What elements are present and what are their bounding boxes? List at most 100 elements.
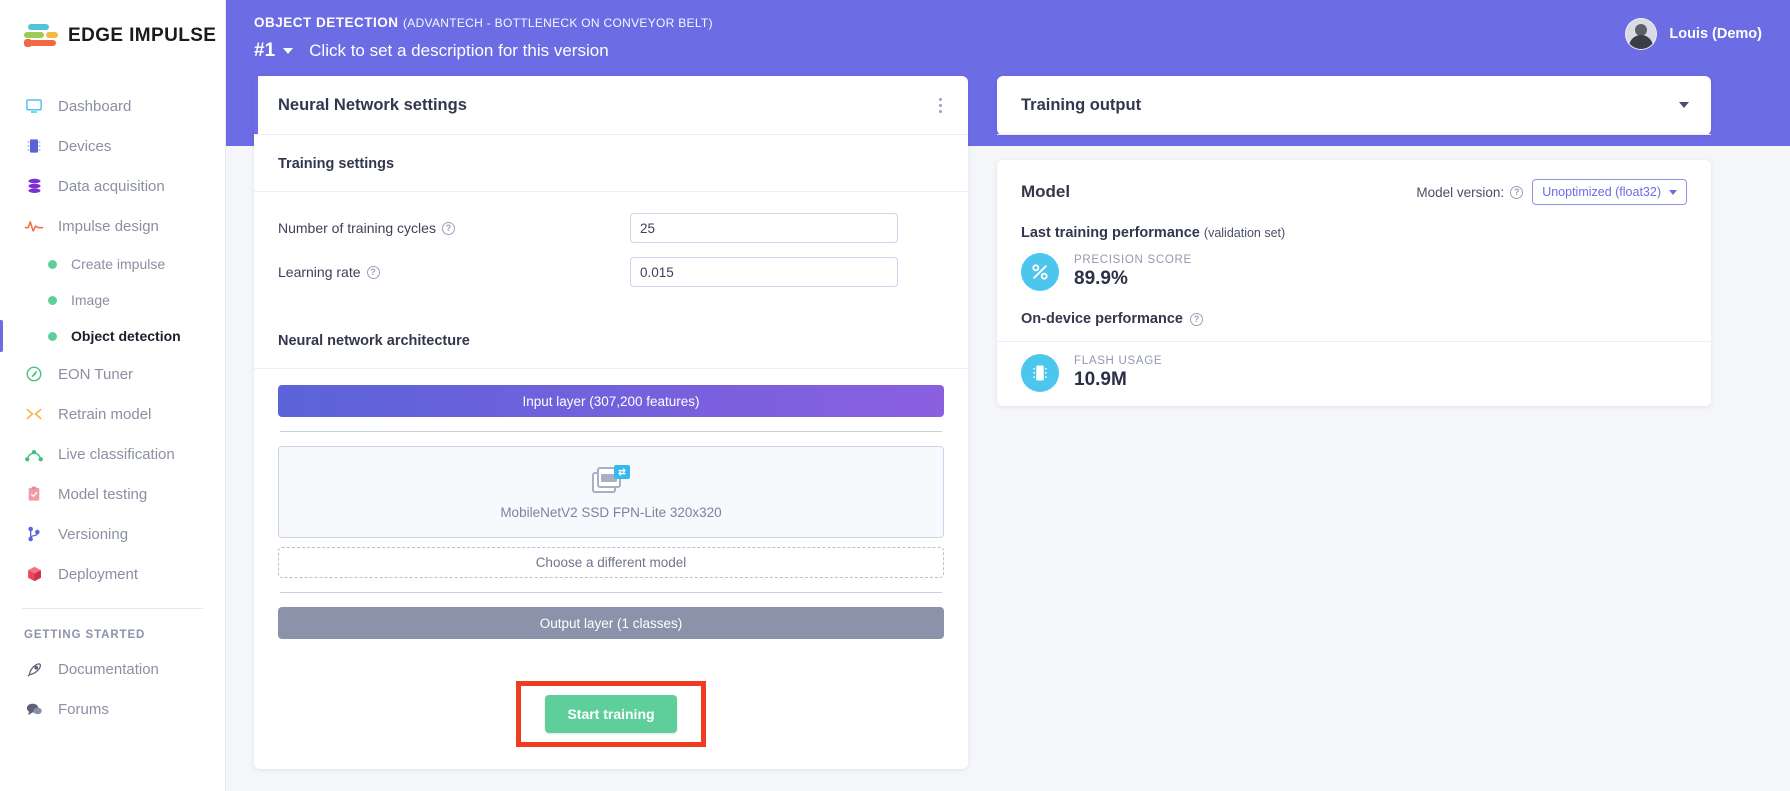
help-icon[interactable]: ? xyxy=(366,265,380,279)
branch-icon xyxy=(24,524,44,544)
sidebar-item-label: EON Tuner xyxy=(58,365,134,383)
metric-label: PRECISION SCORE xyxy=(1074,254,1192,266)
on-device-title-text: On-device performance xyxy=(1021,311,1183,327)
sidebar-item-eon-tuner[interactable]: EON Tuner xyxy=(0,354,225,394)
sidebar-item-label: Live classification xyxy=(58,445,175,463)
field-label-text: Learning rate xyxy=(278,264,361,280)
start-training-button[interactable]: Start training xyxy=(545,695,677,733)
chevron-down-icon xyxy=(1669,189,1677,195)
waveform-icon xyxy=(24,216,44,236)
sidebar-item-label: Documentation xyxy=(58,660,159,678)
edge-impulse-logo-icon xyxy=(24,23,58,49)
user-name: Louis (Demo) xyxy=(1669,26,1762,42)
sidebar-item-label: Dashboard xyxy=(58,97,132,115)
sidebar-item-model-testing[interactable]: Model testing xyxy=(0,474,225,514)
graph-icon xyxy=(24,444,44,464)
chevron-down-icon[interactable] xyxy=(283,48,294,54)
sidebar-item-dashboard[interactable]: Dashboard xyxy=(0,86,225,126)
page-title: Neural Network settings xyxy=(278,95,467,114)
sidebar-item-label: Model testing xyxy=(58,485,148,503)
field-label-text: Number of training cycles xyxy=(278,220,436,236)
kebab-menu-icon[interactable] xyxy=(935,94,946,117)
panel-gap xyxy=(997,135,1711,160)
help-icon[interactable]: ? xyxy=(441,221,455,235)
selected-model-name: MobileNetV2 SSD FPN-Lite 320x320 xyxy=(500,504,722,520)
sidebar-item-label: Forums xyxy=(58,700,109,718)
chat-icon xyxy=(24,699,44,719)
sidebar-item-object-detection[interactable]: Object detection xyxy=(0,318,225,354)
status-dot-icon xyxy=(48,259,57,269)
percent-icon xyxy=(1021,253,1059,291)
sidebar-item-devices[interactable]: Devices xyxy=(0,126,225,166)
version-number[interactable]: #1 xyxy=(254,40,275,62)
training-output-header: Training output xyxy=(997,76,1711,135)
on-device-performance-title: On-device performance ? xyxy=(997,305,1711,342)
sidebar-item-label: Versioning xyxy=(58,525,129,543)
help-icon[interactable]: ? xyxy=(1189,312,1203,326)
model-version-dropdown[interactable]: Unoptimized (float32) xyxy=(1532,179,1687,205)
architecture-section-header: Neural network architecture xyxy=(254,312,968,369)
training-cycles-input[interactable] xyxy=(630,213,898,243)
metric-text: PRECISION SCORE 89.9% xyxy=(1074,254,1192,290)
sidebar-item-versioning[interactable]: Versioning xyxy=(0,514,225,554)
field-training-cycles: Number of training cycles ? xyxy=(278,206,944,250)
selected-model-box[interactable]: ⇄ MobileNetV2 SSD FPN-Lite 320x320 xyxy=(278,446,944,538)
choose-different-model-button[interactable]: Choose a different model xyxy=(278,547,944,578)
sidebar-item-deployment[interactable]: Deployment xyxy=(0,554,225,594)
learning-rate-input[interactable] xyxy=(630,257,898,287)
layer-separator xyxy=(280,431,942,432)
training-output-title: Training output xyxy=(1021,95,1142,114)
sidebar-item-retrain-model[interactable]: Retrain model xyxy=(0,394,225,434)
status-dot-icon xyxy=(48,295,57,305)
sidebar: EDGE IMPULSE Dashboard Devices Data acqu… xyxy=(0,0,226,791)
brand-logo[interactable]: EDGE IMPULSE xyxy=(0,0,225,72)
field-label: Learning rate ? xyxy=(278,264,630,280)
sidebar-item-impulse-design[interactable]: Impulse design xyxy=(0,206,225,246)
training-settings-form: Number of training cycles ? Learning rat… xyxy=(254,192,968,312)
metric-value: 89.9% xyxy=(1074,268,1128,289)
version-description[interactable]: Click to set a description for this vers… xyxy=(309,41,609,61)
sidebar-item-label: Data acquisition xyxy=(58,177,165,195)
sidebar-item-label: Devices xyxy=(58,137,112,155)
nn-card-header: Neural Network settings xyxy=(254,76,968,135)
panel-row: Neural Network settings Training setting… xyxy=(226,76,1790,769)
top-header: OBJECT DETECTION (ADVANTECH - BOTTLENECK… xyxy=(226,0,1790,76)
chevron-down-icon[interactable] xyxy=(1679,102,1689,108)
user-menu[interactable]: Louis (Demo) xyxy=(1625,18,1762,50)
output-layer-bar: Output layer (1 classes) xyxy=(278,607,944,639)
breadcrumb-project: (ADVANTECH - BOTTLENECK ON CONVEYOR BELT… xyxy=(402,16,713,30)
field-label: Number of training cycles ? xyxy=(278,220,630,236)
sidebar-item-live-classification[interactable]: Live classification xyxy=(0,434,225,474)
avatar[interactable] xyxy=(1625,18,1658,50)
sidebar-section-title: GETTING STARTED xyxy=(24,629,146,641)
sidebar-item-forums[interactable]: Forums xyxy=(0,689,225,729)
help-icon[interactable]: ? xyxy=(1510,185,1524,199)
last-training-performance-title: Last training performance (validation se… xyxy=(997,205,1711,241)
model-version-label-text: Model version: xyxy=(1416,184,1505,200)
rocket-icon xyxy=(24,659,44,679)
database-icon xyxy=(24,176,44,196)
training-output-column: Training output Model Model version: ? U… xyxy=(997,76,1711,406)
neural-network-settings-card: Neural Network settings Training setting… xyxy=(254,76,968,769)
model-header-row: Model Model version: ? Unoptimized (floa… xyxy=(997,160,1711,205)
sidebar-subitem-label: Create impulse xyxy=(71,256,166,272)
sidebar-item-image[interactable]: Image xyxy=(0,282,225,318)
output-separator xyxy=(280,592,942,593)
model-version-control: Model version: ? Unoptimized (float32) xyxy=(1416,179,1687,205)
chip-icon xyxy=(24,136,44,156)
shuffle-icon xyxy=(24,404,44,424)
architecture-body: Input layer (307,200 features) ⇄ MobileN… xyxy=(254,369,968,661)
train-footer: Start training xyxy=(254,661,968,769)
metric-text: FLASH USAGE 10.9M xyxy=(1074,355,1162,391)
sidebar-item-create-impulse[interactable]: Create impulse xyxy=(0,246,225,282)
sidebar-item-data-acquisition[interactable]: Data acquisition xyxy=(0,166,225,206)
metric-precision-score: PRECISION SCORE 89.9% xyxy=(997,241,1711,305)
architecture-title: Neural network architecture xyxy=(278,333,470,349)
metric-flash-usage: FLASH USAGE 10.9M xyxy=(997,342,1711,406)
model-version-value: Unoptimized (float32) xyxy=(1542,185,1661,199)
sidebar-nav: Dashboard Devices Data acquisition Impul… xyxy=(0,72,225,729)
training-settings-title: Training settings xyxy=(278,156,395,172)
clipboard-check-icon xyxy=(24,484,44,504)
sidebar-item-label: Deployment xyxy=(58,565,139,583)
sidebar-item-documentation[interactable]: Documentation xyxy=(0,649,225,689)
